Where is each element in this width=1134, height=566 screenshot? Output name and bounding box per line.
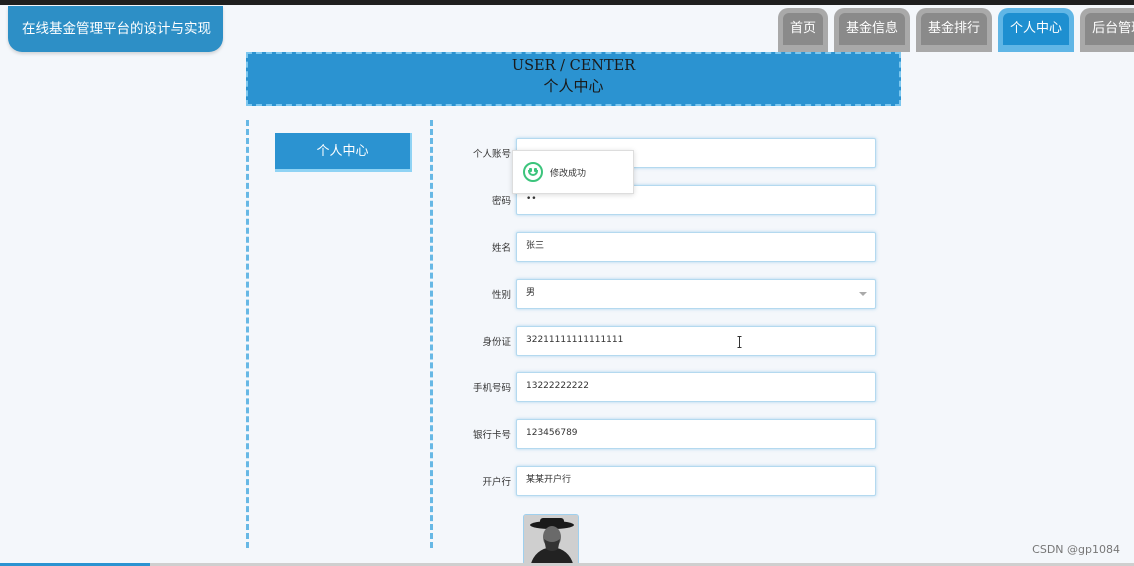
sidebar-left-divider xyxy=(246,120,249,548)
nav-tab-home[interactable]: 首页 xyxy=(778,8,829,52)
id-card-field[interactable]: 32211111111111111 xyxy=(516,326,876,356)
field-label: 姓名 xyxy=(491,243,511,254)
form-row-bank-card: 银行卡号 123456789 xyxy=(445,419,876,449)
sidebar-right-divider xyxy=(430,120,433,548)
field-label: 性别 xyxy=(491,290,511,301)
name-field[interactable]: 张三 xyxy=(516,232,876,262)
field-label: 身份证 xyxy=(482,337,511,348)
avatar[interactable] xyxy=(523,514,579,566)
gender-select[interactable]: 男 xyxy=(516,279,876,309)
success-toast: 修改成功 xyxy=(512,150,634,194)
form-row-id-card: 身份证 32211111111111111 xyxy=(445,326,876,356)
form-row-phone: 手机号码 13222222222 xyxy=(445,372,876,402)
form-row-name: 姓名 张三 xyxy=(445,232,876,262)
field-label: 开户行 xyxy=(482,477,511,488)
nav-tab-user-center[interactable]: 个人中心 xyxy=(998,8,1075,52)
banner-title-cn: 个人中心 xyxy=(543,77,604,95)
top-strip xyxy=(0,0,1134,5)
banner-title-en: USER / CENTER xyxy=(511,58,636,74)
page-banner: USER / CENTER 个人中心 xyxy=(246,52,901,106)
form-row-password: 密码 •• xyxy=(445,185,876,215)
nav-tab-admin[interactable]: 后台管理 xyxy=(1080,8,1134,52)
gender-select-value: 男 xyxy=(526,288,536,298)
watermark: CSDN @gp1084 xyxy=(1032,543,1120,556)
nav-tab-label: 后台管理 xyxy=(1085,13,1134,45)
nav-tab-label: 基金信息 xyxy=(839,13,906,45)
nav-tab-fund-ranking[interactable]: 基金排行 xyxy=(916,8,993,52)
text-cursor-icon xyxy=(737,336,742,348)
field-label: 银行卡号 xyxy=(472,430,511,441)
field-label: 密码 xyxy=(491,196,511,207)
smile-icon xyxy=(523,162,543,182)
chevron-down-icon xyxy=(859,292,867,296)
field-label: 手机号码 xyxy=(472,383,511,394)
nav-tab-label: 个人中心 xyxy=(1003,13,1070,45)
top-nav: 首页 基金信息 基金排行 个人中心 后台管理 xyxy=(778,8,1134,52)
bank-branch-field[interactable]: 某某开户行 xyxy=(516,466,876,496)
phone-field[interactable]: 13222222222 xyxy=(516,372,876,402)
nav-tab-label: 基金排行 xyxy=(921,13,988,45)
toast-message: 修改成功 xyxy=(550,168,587,179)
bank-card-field[interactable]: 123456789 xyxy=(516,419,876,449)
field-label: 个人账号 xyxy=(472,149,511,160)
nav-tab-label: 首页 xyxy=(783,13,824,45)
form-row-account: 个人账号 xyxy=(445,138,876,168)
sidebar-item-user-center[interactable]: 个人中心 xyxy=(275,133,412,172)
site-title[interactable]: 在线基金管理平台的设计与实现 xyxy=(8,6,223,52)
form-row-bank-branch: 开户行 某某开户行 xyxy=(445,466,876,496)
nav-tab-fund-info[interactable]: 基金信息 xyxy=(834,8,911,52)
form-row-gender: 性别 男 xyxy=(445,279,876,309)
